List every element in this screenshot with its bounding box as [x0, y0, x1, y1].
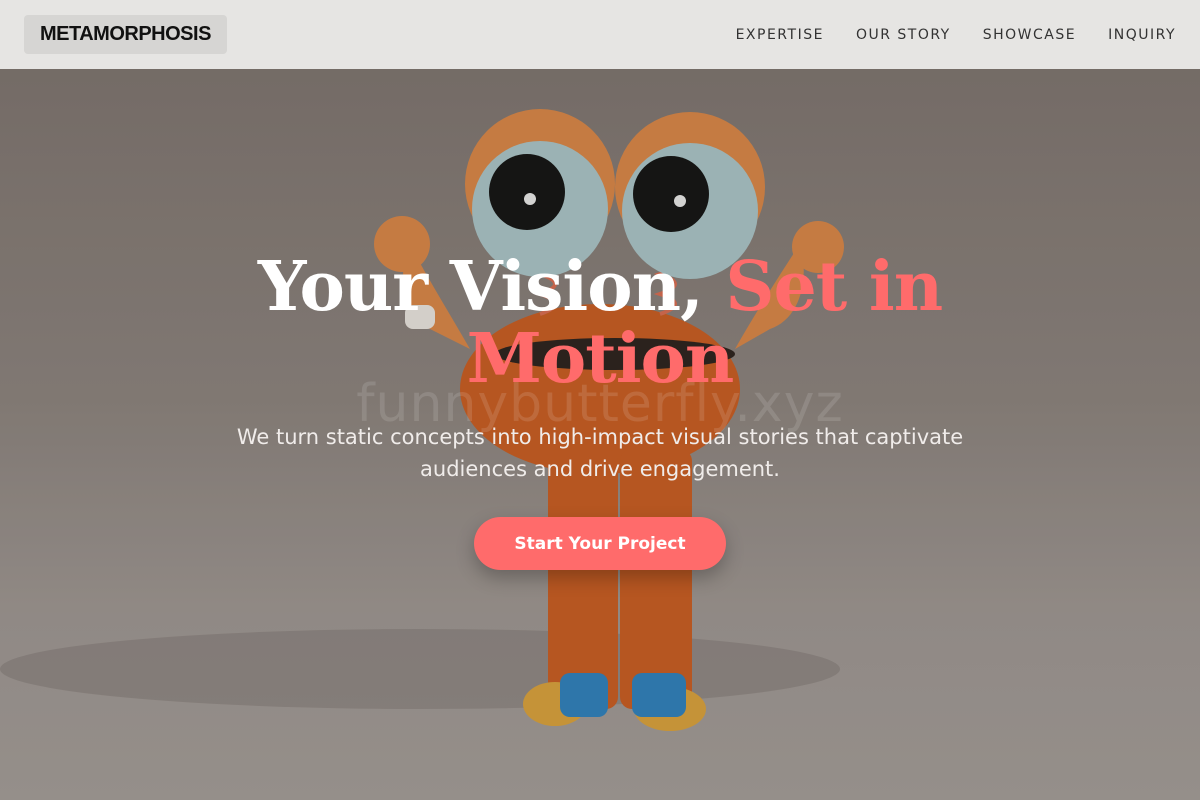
start-project-button[interactable]: Start Your Project — [474, 517, 726, 570]
nav-link-showcase[interactable]: SHOWCASE — [983, 27, 1076, 43]
nav-links: EXPERTISE OUR STORY SHOWCASE INQUIRY — [736, 27, 1176, 43]
hero-content: Your Vision, Set in Motion We turn stati… — [0, 69, 1200, 800]
nav-link-our-story[interactable]: OUR STORY — [856, 27, 951, 43]
hero-headline: Your Vision, Set in Motion — [150, 251, 1050, 395]
hero-subtitle: We turn static concepts into high-impact… — [236, 425, 964, 481]
hero-section: funnybutterfly.xyz Your Vision, Set in M… — [0, 69, 1200, 800]
nav-link-expertise[interactable]: EXPERTISE — [736, 27, 824, 43]
nav-link-inquiry[interactable]: INQUIRY — [1108, 27, 1176, 43]
navbar: METAMORPHOSIS EXPERTISE OUR STORY SHOWCA… — [0, 0, 1200, 69]
logo[interactable]: METAMORPHOSIS — [24, 15, 227, 54]
headline-main: Your Vision, — [257, 247, 726, 327]
